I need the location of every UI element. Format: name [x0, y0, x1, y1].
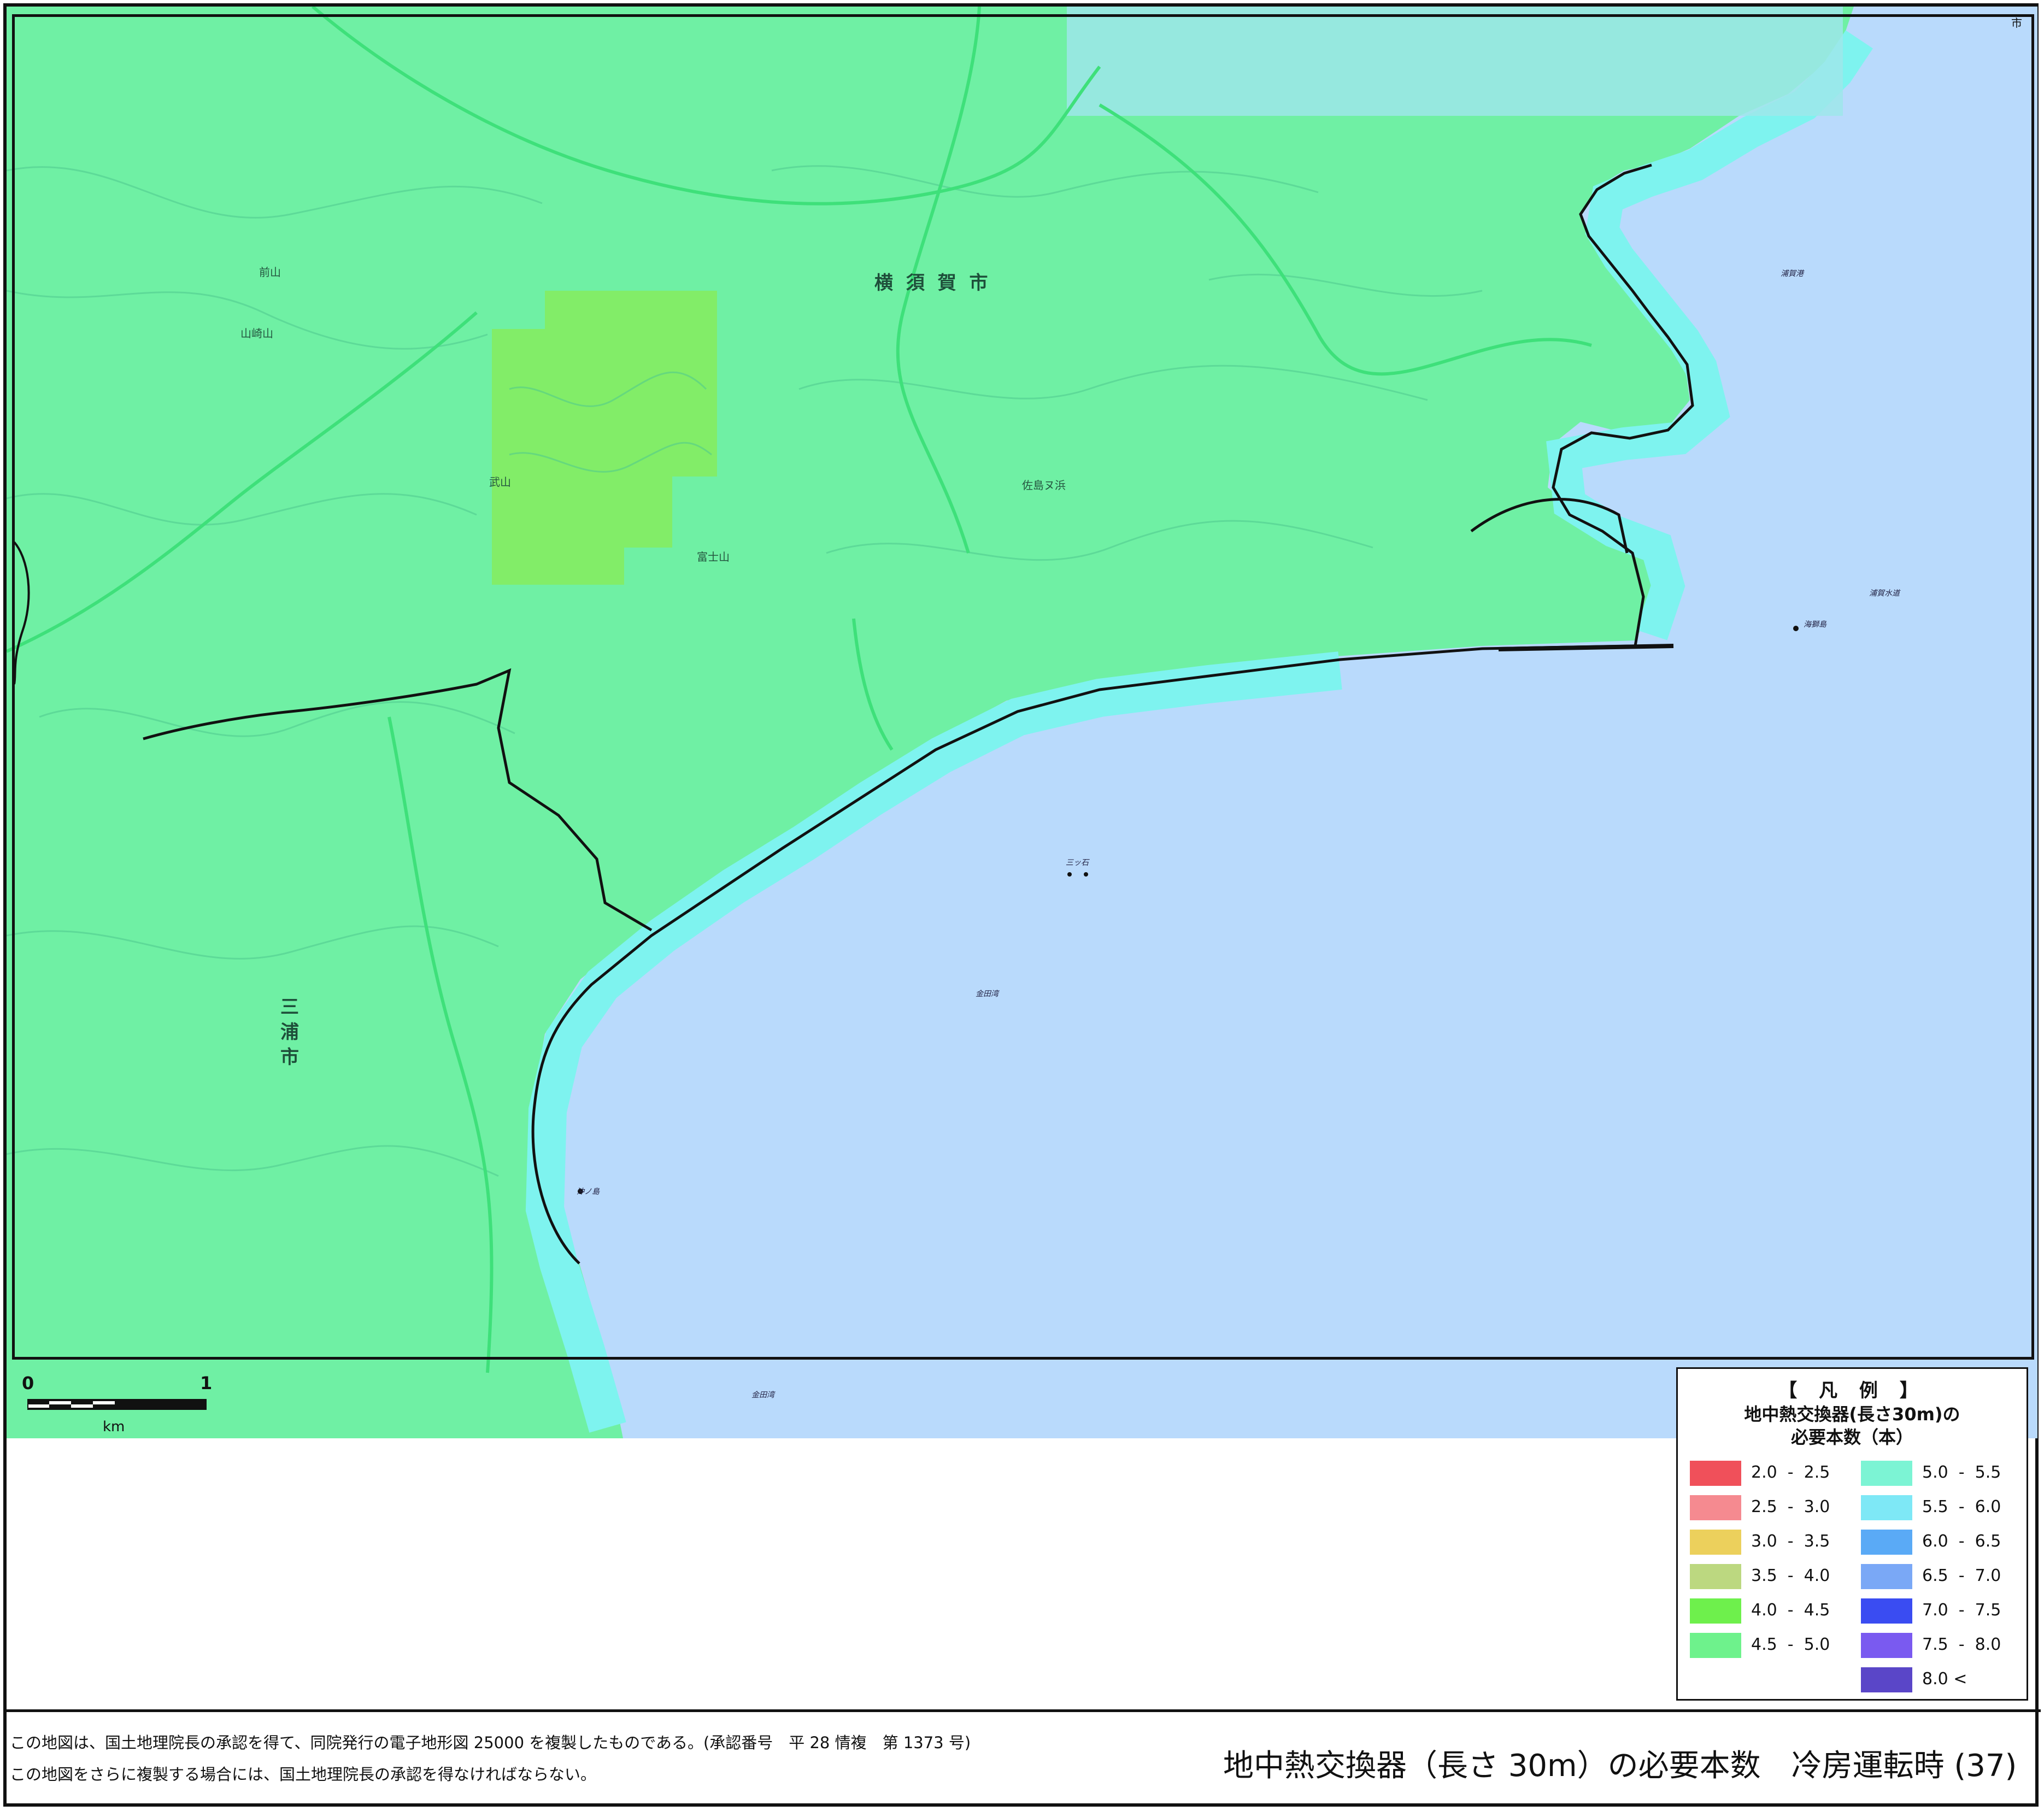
legend-swatch [1861, 1461, 1912, 1486]
scale-bar-graphic [27, 1399, 207, 1410]
legend-swatch [1690, 1564, 1741, 1589]
island-mitsuishi-b [1084, 872, 1088, 877]
place-label-takeyama: 武山 [489, 475, 511, 489]
place-label-fujiyama: 富士山 [697, 550, 730, 563]
legend-range-label: 5.0 - 5.5 [1922, 1463, 2001, 1482]
legend-box: 【 凡 例 】 地中熱交換器(長さ30m)の 必要本数（本） 2.0 - 2.5… [1676, 1367, 2028, 1701]
place-label-maeyama: 前山 [259, 266, 281, 279]
legend-item: 6.0 - 6.5 [1861, 1530, 2014, 1555]
island-label-kaishima: 海獅島 [1804, 620, 1826, 629]
legend-range-label: 2.5 - 3.0 [1751, 1497, 1830, 1516]
legend-range-label: 8.0 < [1922, 1669, 1967, 1689]
legend-swatch [1861, 1495, 1912, 1520]
copyright-note: この地図は、国土地理院長の承認を得て、同院発行の電子地形図 25000 を複製し… [10, 1733, 971, 1752]
scale-bar: 0 1 km [16, 1373, 224, 1438]
city-label-yokosuka: 横 須 賀 市 [874, 272, 991, 294]
legend-range-label: 7.5 - 8.0 [1922, 1635, 2001, 1654]
map-canvas[interactable] [7, 7, 2037, 1438]
legend-item: 3.5 - 4.0 [1690, 1564, 1843, 1589]
legend-swatch [1861, 1530, 1912, 1555]
legend-range-label: 3.0 - 3.5 [1751, 1532, 1830, 1551]
legend-swatch [1861, 1633, 1912, 1658]
legend-swatch [1690, 1633, 1741, 1658]
legend-swatch [1690, 1530, 1741, 1555]
sea-label-kanadawan: 金田湾 [976, 990, 998, 998]
legend-item: 8.0 < [1861, 1667, 2014, 1692]
legend-item: 2.0 - 2.5 [1690, 1461, 1843, 1486]
legend-item: 4.0 - 4.5 [1690, 1598, 1843, 1624]
legend-range-label: 7.0 - 7.5 [1922, 1601, 2001, 1620]
urban-zone [1067, 7, 1843, 116]
island-label-okinoshima: 沖ノ島 [577, 1187, 600, 1196]
legend-swatch [1861, 1598, 1912, 1624]
legend-range-label: 6.5 - 7.0 [1922, 1566, 2001, 1585]
footer-divider [3, 1709, 2041, 1712]
scale-unit-label: km [103, 1419, 125, 1435]
legend-item: 5.5 - 6.0 [1861, 1495, 2014, 1520]
legend-range-label: 4.0 - 4.5 [1751, 1601, 1830, 1620]
legend-item: 2.5 - 3.0 [1690, 1495, 1843, 1520]
legend-range-label: 4.5 - 5.0 [1751, 1635, 1830, 1654]
place-label-sakaihama: 佐島ヌ浜 [1022, 479, 1066, 492]
legend-range-label: 3.5 - 4.0 [1751, 1566, 1830, 1585]
reproduction-note: この地図をさらに複製する場合には、国土地理院長の承認を得なければならない。 [10, 1765, 597, 1784]
legend-item: 6.5 - 7.0 [1861, 1564, 2014, 1589]
map-title: 地中熱交換器（長さ 30m）の必要本数 冷房運転時 (37) [1223, 1748, 2017, 1784]
city-label-miura: 三浦市 [280, 996, 299, 1068]
corner-mark: 市 [2011, 16, 2022, 30]
scale-end-label: 1 [200, 1373, 213, 1393]
harbour-label-uraga: 浦賀港 [1781, 269, 1804, 278]
legend-title: 【 凡 例 】 [1778, 1380, 1926, 1402]
legend-item: 5.0 - 5.5 [1861, 1461, 2014, 1486]
legend-item: 7.0 - 7.5 [1861, 1598, 2014, 1624]
legend-range-label: 2.0 - 2.5 [1751, 1463, 1830, 1482]
legend-swatch [1690, 1461, 1741, 1486]
legend-swatch [1690, 1495, 1741, 1520]
legend-subtitle-unit: 必要本数（本） [1790, 1427, 1913, 1448]
place-label-yamasaki: 山崎山 [240, 327, 273, 340]
legend-item: 4.5 - 5.0 [1690, 1633, 1843, 1658]
scale-start-label: 0 [22, 1373, 34, 1393]
legend-swatch [1861, 1564, 1912, 1589]
island-kaishima [1793, 626, 1799, 631]
legend-item: 3.0 - 3.5 [1690, 1530, 1843, 1555]
island-mitsuishi [1067, 872, 1072, 877]
legend-swatch [1861, 1667, 1912, 1692]
legend-subtitle: 地中熱交換器(長さ30m)の [1744, 1404, 1960, 1425]
channel-label-uraga-suido: 浦賀水道 [1869, 589, 1900, 598]
island-label-mitsuishi: 三ッ石 [1066, 859, 1089, 867]
legend-range-label: 5.5 - 6.0 [1922, 1497, 2001, 1516]
legend-item: 7.5 - 8.0 [1861, 1633, 2014, 1658]
legend-range-label: 6.0 - 6.5 [1922, 1532, 2001, 1551]
sea-label-kanadawan-south: 金田湾 [751, 1391, 774, 1400]
legend-swatch [1690, 1598, 1741, 1624]
